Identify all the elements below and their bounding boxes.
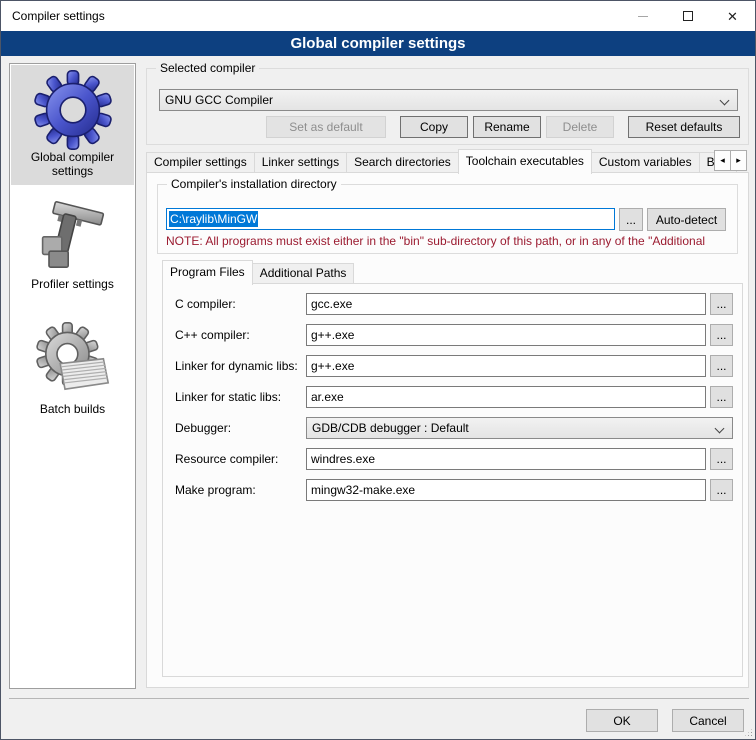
sidebar-label-profiler[interactable]: Profiler settings: [11, 277, 134, 291]
dynamic-linker-input[interactable]: [306, 355, 706, 377]
c-compiler-label: C compiler:: [175, 297, 236, 311]
delete-button[interactable]: Delete: [546, 116, 614, 138]
sidebar-label-global-compiler[interactable]: Global compiler settings: [11, 150, 134, 178]
dynamic-linker-row: Linker for dynamic libs: ...: [163, 355, 744, 378]
copy-button[interactable]: Copy: [400, 116, 468, 138]
debugger-select[interactable]: GDB/CDB debugger : Default: [306, 417, 733, 439]
tab-search-directories[interactable]: Search directories: [346, 152, 459, 173]
static-linker-input[interactable]: [306, 386, 706, 408]
selected-compiler-group-label: Selected compiler: [156, 61, 259, 75]
tab-custom-variables[interactable]: Custom variables: [591, 152, 700, 173]
bin-subdirectory-note: NOTE: All programs must exist either in …: [166, 234, 732, 248]
close-button[interactable]: ✕: [710, 1, 755, 31]
close-icon: ✕: [727, 10, 738, 23]
dynamic-linker-label: Linker for dynamic libs:: [175, 359, 298, 373]
debugger-row: Debugger: GDB/CDB debugger : Default: [163, 417, 744, 440]
program-files-page: C compiler: ... C++ compiler: ... Linker…: [162, 283, 743, 677]
make-program-row: Make program: ...: [163, 479, 744, 502]
browse-directory-button[interactable]: ...: [619, 208, 643, 231]
cancel-button[interactable]: Cancel: [672, 709, 744, 732]
ok-button[interactable]: OK: [586, 709, 658, 732]
tab-scroll-left-icon[interactable]: ◂: [714, 150, 731, 171]
installation-directory-group-label: Compiler's installation directory: [167, 177, 341, 191]
window-title: Compiler settings: [12, 9, 105, 23]
toolchain-executables-page: Compiler's installation directory C:\ray…: [146, 172, 749, 688]
compiler-select-value: GNU GCC Compiler: [165, 93, 273, 107]
sidebar-item-batch-builds[interactable]: [33, 322, 113, 401]
resource-compiler-row: Resource compiler: ...: [163, 448, 744, 471]
make-program-label: Make program:: [175, 483, 256, 497]
tab-scroll-buttons: ◂ ▸: [715, 150, 747, 171]
set-as-default-button[interactable]: Set as default: [266, 116, 386, 138]
title-bar: Compiler settings ✕: [1, 1, 755, 31]
reset-defaults-button[interactable]: Reset defaults: [628, 116, 740, 138]
cpp-compiler-row: C++ compiler: ...: [163, 324, 744, 347]
maximize-button[interactable]: [665, 1, 710, 31]
resource-compiler-browse-button[interactable]: ...: [710, 448, 733, 470]
resource-compiler-input[interactable]: [306, 448, 706, 470]
tab-toolchain-executables[interactable]: Toolchain executables: [458, 149, 592, 174]
auto-detect-button[interactable]: Auto-detect: [647, 208, 726, 231]
footer-separator: [9, 698, 749, 699]
static-linker-row: Linker for static libs: ...: [163, 386, 744, 409]
tab-program-files[interactable]: Program Files: [162, 260, 253, 285]
compiler-select[interactable]: GNU GCC Compiler: [159, 89, 738, 111]
debugger-label: Debugger:: [175, 421, 231, 435]
tab-compiler-settings[interactable]: Compiler settings: [146, 152, 255, 173]
tab-additional-paths[interactable]: Additional Paths: [252, 263, 355, 284]
make-program-input[interactable]: [306, 479, 706, 501]
chevron-down-icon: [720, 96, 730, 106]
c-compiler-row: C compiler: ...: [163, 293, 744, 316]
page-title: Global compiler settings: [1, 31, 755, 56]
cpp-compiler-input[interactable]: [306, 324, 706, 346]
blue-gear-icon: [33, 70, 113, 150]
installation-directory-input[interactable]: C:\raylib\MinGW: [166, 208, 615, 230]
program-files-tab-strip: Program Files Additional Paths: [162, 259, 353, 284]
resource-compiler-label: Resource compiler:: [175, 452, 278, 466]
caliper-icon: [33, 200, 113, 276]
chevron-down-icon: [715, 424, 725, 434]
installation-directory-selected-text: C:\raylib\MinGW: [169, 211, 258, 227]
compiler-settings-dialog: Compiler settings ✕ Global compiler sett…: [0, 0, 756, 740]
debugger-select-value: GDB/CDB debugger : Default: [312, 421, 469, 435]
gear-paper-stack-icon: [33, 322, 113, 398]
rename-button[interactable]: Rename: [473, 116, 541, 138]
tab-scroll-right-icon[interactable]: ▸: [730, 150, 747, 171]
sidebar-label-batch-builds[interactable]: Batch builds: [11, 402, 134, 416]
c-compiler-browse-button[interactable]: ...: [710, 293, 733, 315]
cpp-compiler-label: C++ compiler:: [175, 328, 250, 342]
resize-grip[interactable]: [751, 735, 752, 736]
static-linker-browse-button[interactable]: ...: [710, 386, 733, 408]
cpp-compiler-browse-button[interactable]: ...: [710, 324, 733, 346]
c-compiler-input[interactable]: [306, 293, 706, 315]
minimize-icon: [638, 16, 648, 17]
make-program-browse-button[interactable]: ...: [710, 479, 733, 501]
main-tab-strip: Compiler settings Linker settings Search…: [146, 148, 749, 173]
maximize-icon: [683, 11, 693, 21]
minimize-button[interactable]: [620, 1, 665, 31]
selected-compiler-group: Selected compiler GNU GCC Compiler Set a…: [146, 68, 749, 145]
static-linker-label: Linker for static libs:: [175, 390, 281, 404]
tab-linker-settings[interactable]: Linker settings: [254, 152, 347, 173]
installation-directory-group: Compiler's installation directory C:\ray…: [157, 184, 738, 254]
sidebar-item-profiler[interactable]: [33, 200, 113, 279]
settings-category-list: Global compiler settings Pr: [9, 63, 136, 689]
dynamic-linker-browse-button[interactable]: ...: [710, 355, 733, 377]
sidebar-item-global-compiler[interactable]: [33, 70, 113, 153]
